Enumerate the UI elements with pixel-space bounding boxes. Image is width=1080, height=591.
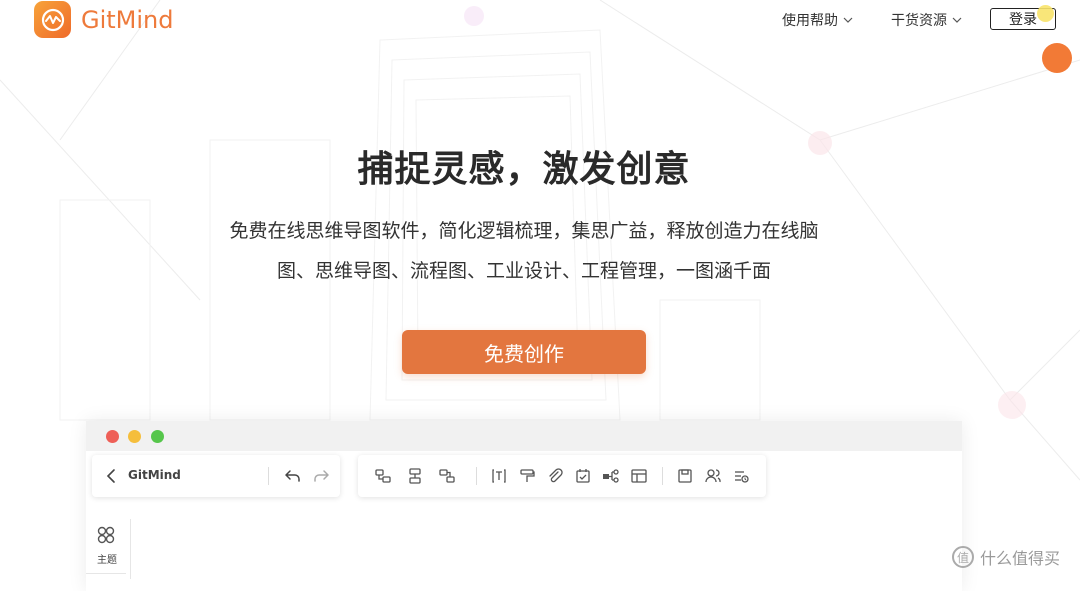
app-preview-window: GitMind 主题 — [86, 421, 962, 591]
gitmind-logo-icon — [34, 1, 71, 38]
decorative-dot — [1042, 43, 1072, 73]
back-chevron-icon[interactable] — [104, 468, 118, 484]
decorative-dot — [1037, 5, 1054, 22]
hero-title: 捕捉灵感，激发创意 — [357, 149, 691, 190]
task-icon[interactable] — [574, 467, 592, 485]
save-icon[interactable] — [676, 467, 694, 485]
chevron-down-icon — [952, 17, 962, 23]
watermark-text: 什么值得买 — [980, 549, 1061, 568]
watermark: 值 什么值得买 — [952, 545, 1060, 569]
redo-icon[interactable] — [312, 467, 330, 485]
hero-subtitle-line1: 免费在线思维导图软件，简化逻辑梳理，集思广益，释放创造力在线脑 — [229, 220, 819, 242]
toolbar-divider — [476, 467, 477, 485]
toolbar-right-panel — [358, 455, 766, 497]
text-format-icon[interactable] — [490, 467, 508, 485]
brand-name: GitMind — [81, 5, 174, 34]
layout-icon[interactable] — [630, 467, 648, 485]
nav-resources-label: 干货资源 — [891, 13, 947, 29]
app-preview-name: GitMind — [128, 468, 181, 482]
relation-icon[interactable] — [602, 467, 620, 485]
attachment-icon[interactable] — [546, 467, 564, 485]
format-painter-icon[interactable] — [518, 467, 536, 485]
hero-subtitle-line2: 图、思维导图、流程图、工业设计、工程管理，一图涵千面 — [276, 260, 771, 282]
window-titlebar — [86, 421, 962, 451]
parent-node-icon[interactable] — [438, 467, 456, 485]
minimize-window-dot[interactable] — [128, 430, 141, 443]
undo-icon[interactable] — [284, 467, 302, 485]
toolbar-left-panel: GitMind — [92, 455, 340, 497]
maximize-window-dot[interactable] — [151, 430, 164, 443]
collaborate-icon[interactable] — [704, 467, 722, 485]
toolbar-divider — [268, 467, 269, 485]
watermark-logo-icon: 值 — [952, 546, 974, 568]
chevron-down-icon — [843, 17, 853, 23]
child-node-icon[interactable] — [406, 467, 424, 485]
nav-resources[interactable]: 干货资源 — [891, 10, 962, 30]
nav-help-label: 使用帮助 — [782, 13, 838, 29]
brand-logo[interactable]: GitMind — [34, 1, 174, 38]
nav-help[interactable]: 使用帮助 — [782, 10, 853, 30]
theme-icon — [97, 526, 115, 544]
top-header: GitMind 使用帮助 干货资源 登录 — [0, 0, 1080, 40]
sidebar-tab-theme[interactable]: 主题 — [92, 519, 131, 579]
sidebar-divider — [86, 573, 126, 574]
close-window-dot[interactable] — [106, 430, 119, 443]
free-create-button[interactable]: 免费创作 — [402, 330, 646, 374]
sibling-node-icon[interactable] — [374, 467, 392, 485]
sidebar-tab-theme-label: 主题 — [97, 555, 117, 566]
toolbar-divider — [662, 467, 663, 485]
outline-icon[interactable] — [732, 467, 750, 485]
